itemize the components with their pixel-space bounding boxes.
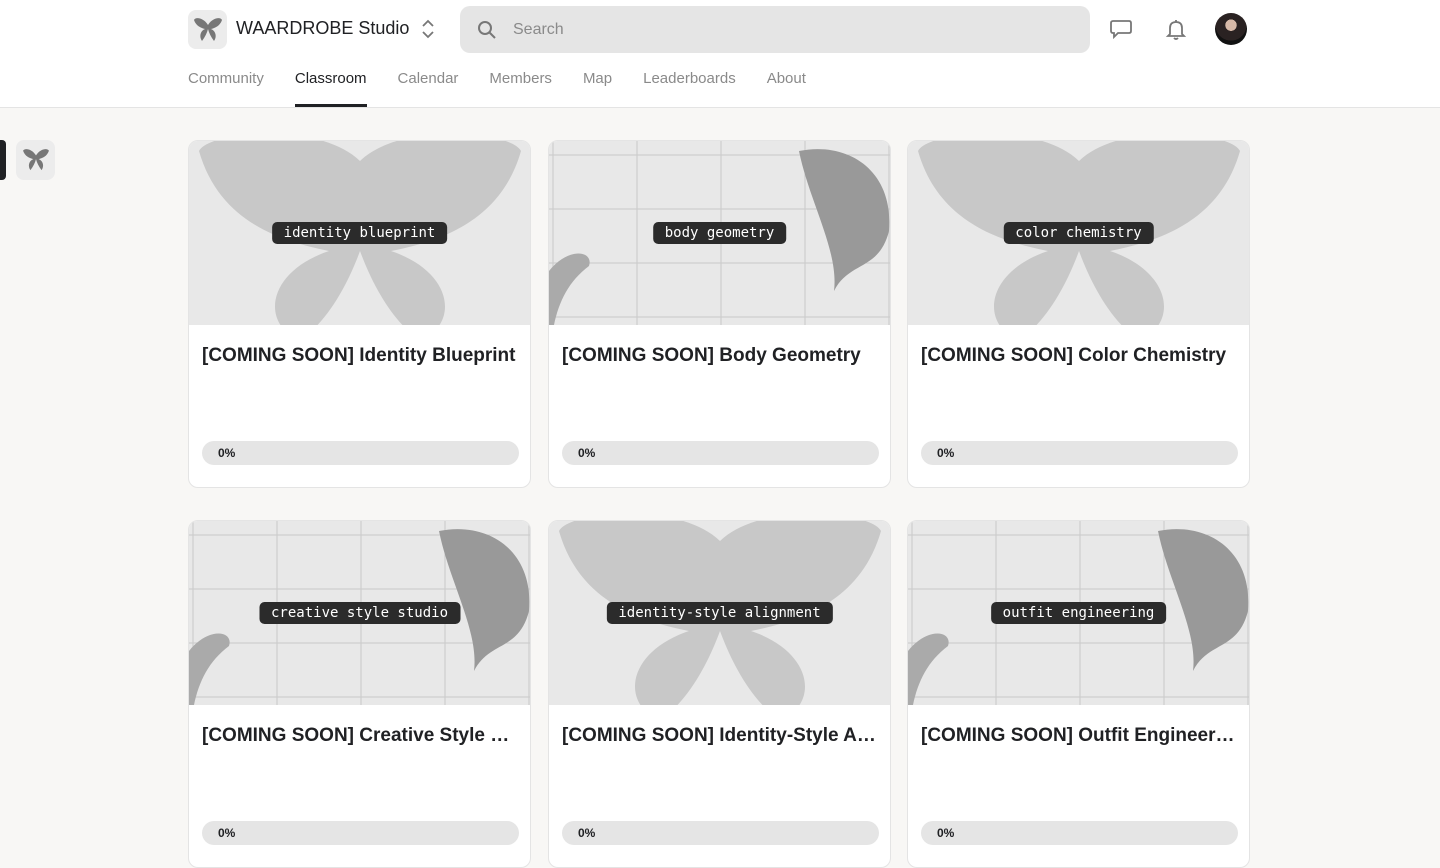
tab-leaderboards[interactable]: Leaderboards [643, 70, 736, 108]
course-title[interactable]: [COMING SOON] Identity Blueprint [202, 345, 520, 367]
course-card[interactable]: color chemistry [COMING SOON] Color Chem… [907, 140, 1250, 488]
course-tag: creative style studio [258, 602, 461, 624]
chevron-up-down-icon[interactable] [419, 18, 437, 40]
progress-label: 0% [578, 446, 596, 460]
tab-calendar[interactable]: Calendar [398, 70, 459, 108]
course-progress-bar: 0% [562, 821, 879, 845]
course-card[interactable]: body geometry [COMING SOON] Body Geometr… [548, 140, 891, 488]
community-logo[interactable] [188, 10, 227, 49]
course-thumbnail: creative style studio [189, 521, 530, 705]
course-card[interactable]: identity blueprint [COMING SOON] Identit… [188, 140, 531, 488]
active-community-indicator [0, 140, 6, 180]
course-thumbnail: identity-style alignment [549, 521, 890, 705]
top-header: WAARDROBE Studio Community Classroom Calen… [0, 0, 1440, 108]
course-title[interactable]: [COMING SOON] Creative Style Studio [202, 725, 520, 747]
course-tag: outfit engineering [990, 602, 1167, 624]
tab-members[interactable]: Members [489, 70, 552, 108]
course-tag: identity-style alignment [606, 602, 833, 624]
course-tag: color chemistry [1003, 222, 1154, 244]
course-tag: identity blueprint [271, 222, 448, 244]
chat-icon[interactable] [1109, 17, 1133, 41]
course-tag: body geometry [652, 222, 787, 244]
tab-classroom[interactable]: Classroom [294, 70, 367, 108]
tab-about[interactable]: About [767, 70, 806, 108]
course-title[interactable]: [COMING SOON] Color Chemistry [921, 345, 1239, 367]
course-progress-bar: 0% [202, 821, 519, 845]
progress-label: 0% [218, 826, 236, 840]
course-thumbnail: identity blueprint [189, 141, 530, 325]
community-name[interactable]: WAARDROBE Studio [236, 18, 409, 39]
course-card[interactable]: outfit engineering [COMING SOON] Outfit … [907, 520, 1250, 868]
progress-label: 0% [218, 446, 236, 460]
sidebar-community-logo[interactable] [16, 140, 55, 180]
course-title[interactable]: [COMING SOON] Outfit Engineering [921, 725, 1239, 747]
search-bar[interactable] [460, 6, 1090, 53]
tab-map[interactable]: Map [583, 70, 612, 108]
course-progress-bar: 0% [562, 441, 879, 465]
course-progress-bar: 0% [921, 441, 1238, 465]
course-card[interactable]: identity-style alignment [COMING SOON] I… [548, 520, 891, 868]
progress-label: 0% [937, 826, 955, 840]
progress-label: 0% [937, 446, 955, 460]
course-progress-bar: 0% [202, 441, 519, 465]
course-thumbnail: outfit engineering [908, 521, 1249, 705]
course-progress-bar: 0% [921, 821, 1238, 845]
butterfly-icon [22, 149, 49, 171]
course-thumbnail: body geometry [549, 141, 890, 325]
course-title[interactable]: [COMING SOON] Body Geometry [562, 345, 880, 367]
course-title[interactable]: [COMING SOON] Identity-Style Alignment [562, 725, 880, 747]
butterfly-icon [193, 17, 222, 41]
course-card[interactable]: creative style studio [COMING SOON] Crea… [188, 520, 531, 868]
course-thumbnail: color chemistry [908, 141, 1249, 325]
main-nav: Community Classroom Calendar Members Map Lead… [188, 70, 837, 108]
search-icon [478, 20, 496, 39]
progress-label: 0% [578, 826, 596, 840]
bell-icon[interactable] [1164, 17, 1188, 41]
tab-community[interactable]: Community [188, 70, 264, 108]
user-avatar[interactable] [1215, 13, 1247, 45]
search-input[interactable] [513, 20, 1013, 39]
